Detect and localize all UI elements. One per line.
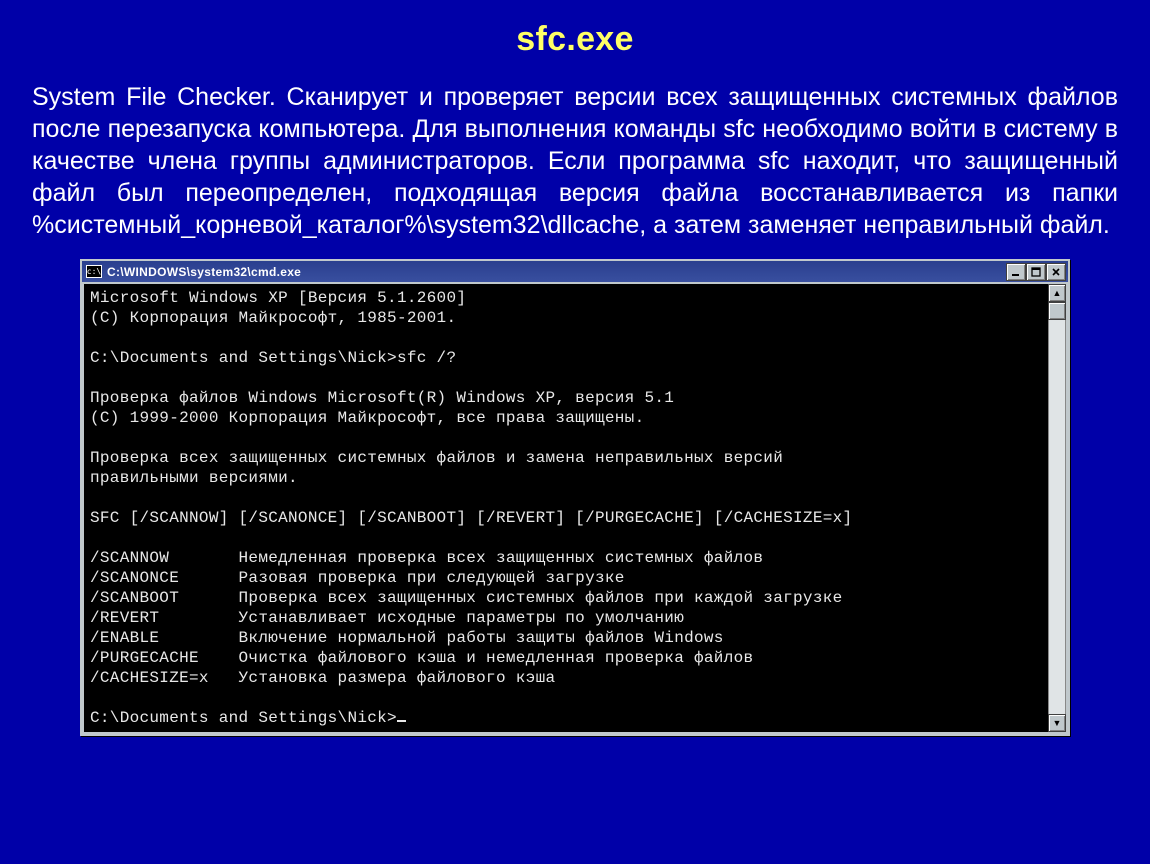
scrollbar[interactable]: ▲ ▼ — [1048, 284, 1066, 732]
cmd-window: c:\ C:\WINDOWS\system32\cmd.exe Mic — [80, 259, 1070, 736]
cmd-icon: c:\ — [86, 265, 102, 278]
window-buttons — [1006, 263, 1066, 281]
cmd-title-text: C:\WINDOWS\system32\cmd.exe — [107, 265, 301, 279]
cmd-window-container: c:\ C:\WINDOWS\system32\cmd.exe Mic — [80, 259, 1070, 736]
slide: sfc.exe System File Checker. Сканирует и… — [0, 0, 1150, 864]
cmd-output: Microsoft Windows XP [Версия 5.1.2600] (… — [84, 284, 1048, 732]
cmd-titlebar[interactable]: c:\ C:\WINDOWS\system32\cmd.exe — [82, 261, 1068, 282]
close-button[interactable] — [1046, 263, 1066, 281]
scroll-down-button[interactable]: ▼ — [1048, 714, 1066, 732]
page-title: sfc.exe — [32, 20, 1118, 59]
maximize-button[interactable] — [1026, 263, 1046, 281]
scroll-up-button[interactable]: ▲ — [1048, 284, 1066, 302]
scroll-thumb[interactable] — [1048, 302, 1066, 320]
description-text: System File Checker. Сканирует и проверя… — [32, 81, 1118, 241]
cursor — [397, 720, 406, 722]
scroll-track[interactable] — [1048, 320, 1066, 714]
minimize-button[interactable] — [1006, 263, 1026, 281]
